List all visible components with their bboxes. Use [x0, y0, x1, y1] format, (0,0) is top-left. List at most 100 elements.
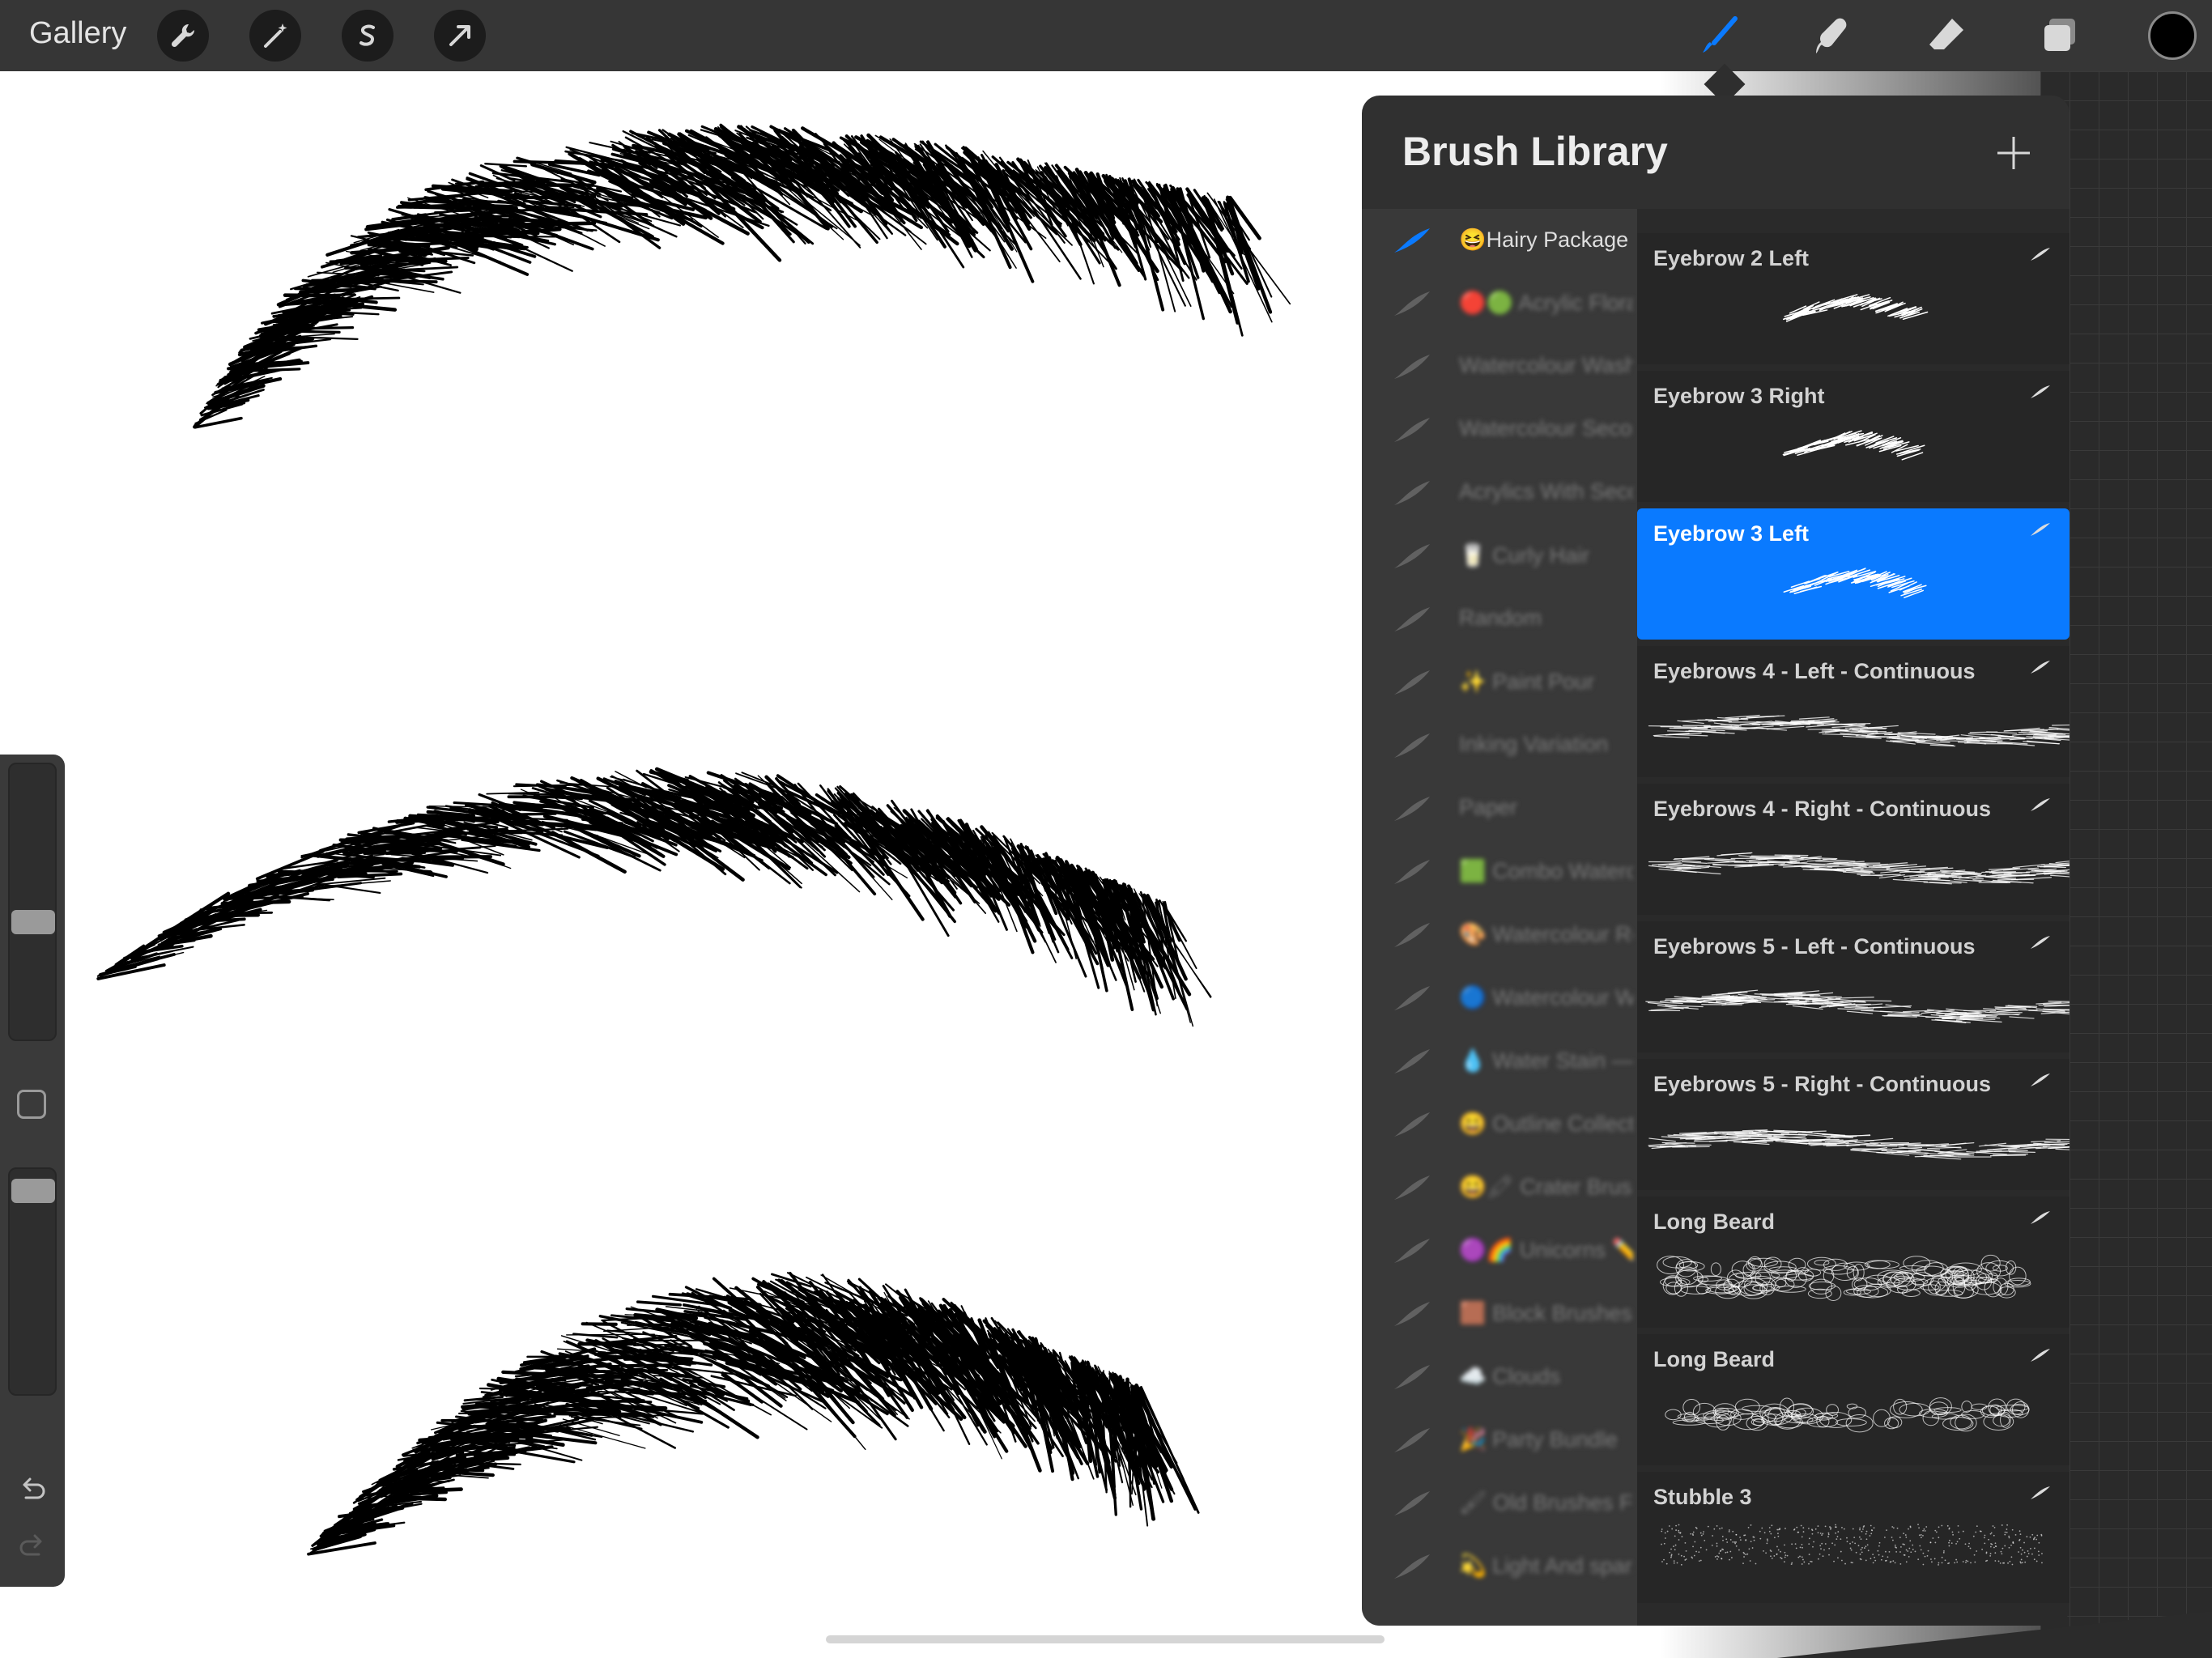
brush-set-item[interactable]: Watercolour Seconda...	[1362, 398, 1637, 461]
modify-button[interactable]	[17, 1090, 46, 1119]
brush-set-item[interactable]: 😀🖍 Crater Brushes...	[1362, 1156, 1637, 1219]
brush-set-label: ☁️ Clouds	[1459, 1364, 1561, 1388]
brush-set-label: 🔴🟢 Acrylic Floral P...	[1459, 291, 1633, 315]
brush-item[interactable]: Eyebrows 5 - Right - Continuous	[1637, 1059, 2069, 1190]
brush-set-label: 🥛 Curly Hair	[1459, 543, 1590, 568]
brush-set-item[interactable]: 🟣🌈 Unicorns ✏️ Let...	[1362, 1219, 1637, 1282]
brush-set-label: Acrylics With Seconda...	[1459, 479, 1633, 504]
brush-stroke-icon	[1394, 1049, 1430, 1073]
opacity-slider[interactable]	[8, 1167, 57, 1396]
brush-stroke-icon	[1394, 1112, 1430, 1137]
brush-set-label: ✨ Paint Pour	[1459, 670, 1595, 694]
brush-tool-button[interactable]	[1692, 8, 1747, 63]
plus-icon[interactable]	[1993, 133, 2034, 173]
brush-stroke-icon	[1394, 481, 1430, 505]
brush-set-item[interactable]: 💧 Water Stain — W...	[1362, 1030, 1637, 1093]
brush-set-item[interactable]: 🎨 Watercolour Reba...	[1362, 903, 1637, 967]
brush-stroke-preview	[1657, 1254, 2031, 1301]
brush-type-icon	[2031, 798, 2050, 811]
left-sidebar	[0, 755, 65, 1587]
brush-sets-list[interactable]: 😆Hairy Package 🔴🟢 Acrylic Floral P... Wate…	[1362, 209, 1637, 1626]
smudge-icon	[1816, 18, 1847, 53]
brush-set-label: 😆Hairy Package	[1459, 227, 1629, 252]
brush-stroke-preview	[1782, 430, 1925, 461]
brush-set-item[interactable]: 😀 Outline Collection	[1362, 1093, 1637, 1156]
brush-item[interactable]: Eyebrows 4 - Right - Continuous	[1637, 784, 2069, 915]
brush-stroke-preview	[1648, 852, 2069, 885]
brush-set-item[interactable]: Paper	[1362, 777, 1637, 840]
selection-icon	[359, 24, 375, 46]
color-picker-button[interactable]	[2148, 11, 2197, 60]
brush-set-label: 😀 Outline Collection	[1459, 1112, 1633, 1136]
home-indicator[interactable]	[826, 1635, 1385, 1643]
brush-item[interactable]: Stubble 3	[1637, 1472, 2069, 1603]
eyebrow-stroke-bottom	[307, 1272, 1200, 1556]
brush-item[interactable]: Eyebrows 4 - Left - Continuous	[1637, 646, 2069, 777]
brush-set-item[interactable]: 😆Hairy Package	[1362, 209, 1637, 272]
brush-item[interactable]: Eyebrow 3 Left	[1637, 508, 2069, 640]
brush-set-item[interactable]: 🟫 Block Brushes	[1362, 1282, 1637, 1346]
adjustments-button[interactable]	[249, 10, 301, 62]
brush-stroke-icon	[1394, 1554, 1430, 1579]
brush-type-icon	[2031, 1211, 2050, 1224]
undo-icon[interactable]	[15, 1472, 50, 1507]
brush-stroke-icon	[1394, 923, 1430, 947]
brush-set-item[interactable]: Inking Variation	[1362, 714, 1637, 777]
brush-type-icon	[2031, 661, 2050, 674]
brush-set-label: Inking Variation	[1459, 732, 1609, 756]
brush-set-label: 🖌 Old Brushes For B...	[1459, 1490, 1633, 1515]
brush-size-thumb[interactable]	[11, 910, 55, 934]
brush-set-item[interactable]: ✨ Paint Pour	[1362, 651, 1637, 714]
brush-stroke-preview	[1782, 294, 1929, 322]
eraser-icon	[1929, 19, 1963, 49]
brush-set-item[interactable]: Random	[1362, 588, 1637, 651]
brush-set-label: Paper	[1459, 795, 1518, 819]
brush-item[interactable]: Eyebrow 3 Right	[1637, 371, 2069, 502]
brush-item[interactable]: Long Beard	[1637, 1334, 2069, 1465]
brush-item[interactable]: Long Beard	[1637, 1197, 2069, 1328]
smudge-tool-button[interactable]	[1806, 8, 1861, 63]
brush-stroke-icon	[1394, 1239, 1430, 1263]
brush-set-item[interactable]: ☁️ Clouds	[1362, 1346, 1637, 1409]
brush-stroke-icon	[1394, 1428, 1430, 1452]
brush-type-icon	[2031, 385, 2050, 398]
selection-button[interactable]	[342, 10, 393, 62]
brush-item[interactable]: Eyebrow 2 Left	[1637, 233, 2069, 364]
brush-set-item[interactable]: Acrylics With Seconda...	[1362, 461, 1637, 525]
brush-set-item[interactable]: 🥛 Curly Hair	[1362, 525, 1637, 588]
brush-stroke-icon	[1394, 986, 1430, 1010]
brushes-list[interactable]: Eyebrow 2 Left Eyebrow 3 Right Eyebrow 3 L…	[1637, 209, 2069, 1626]
brush-set-item[interactable]: 💫 Light And spar...	[1362, 1535, 1637, 1598]
brush-set-label: 💫 Light And spar...	[1459, 1554, 1633, 1578]
brush-stroke-icon	[1394, 228, 1430, 253]
actions-button[interactable]	[157, 10, 209, 62]
brush-stroke-preview	[1648, 714, 2069, 747]
panel-title: Brush Library	[1402, 129, 1668, 174]
brush-set-item[interactable]: 🎉 Party Bundle	[1362, 1409, 1637, 1472]
layers-button[interactable]	[2032, 8, 2087, 63]
brush-set-label: Random	[1459, 606, 1542, 630]
redo-icon[interactable]	[15, 1528, 50, 1564]
brush-set-item[interactable]: 🟩 Combo Watercolo...	[1362, 840, 1637, 903]
brush-stroke-icon	[1394, 607, 1430, 631]
eraser-tool-button[interactable]	[1919, 8, 1974, 63]
brush-item[interactable]: Eyebrows 5 - Left - Continuous	[1637, 921, 2069, 1052]
brush-stroke-icon	[1394, 355, 1430, 379]
brush-stroke-preview	[1645, 989, 2069, 1024]
brush-set-item[interactable]: 🖌 Old Brushes For B...	[1362, 1472, 1637, 1535]
brush-stroke-icon	[1394, 1175, 1430, 1200]
brush-set-item[interactable]: 🔴🟢 Acrylic Floral P...	[1362, 272, 1637, 335]
brush-stroke-preview	[1661, 1524, 2043, 1566]
brush-icon	[1703, 16, 1738, 53]
brush-set-label: Watercolour Wash ...	[1459, 353, 1633, 377]
opacity-thumb[interactable]	[11, 1179, 55, 1203]
transform-button[interactable]	[434, 10, 486, 62]
brush-set-item[interactable]: 🔵 Watercolour Water...	[1362, 967, 1637, 1030]
brush-type-icon	[2031, 1073, 2050, 1086]
brush-stroke-icon	[1394, 733, 1430, 758]
brush-set-label: 🎉 Party Bundle	[1459, 1427, 1618, 1452]
brush-size-slider[interactable]	[8, 763, 57, 1041]
gallery-button[interactable]: Gallery	[29, 16, 126, 51]
brush-set-item[interactable]: Watercolour Wash ...	[1362, 335, 1637, 398]
brush-stroke-icon	[1394, 1302, 1430, 1326]
